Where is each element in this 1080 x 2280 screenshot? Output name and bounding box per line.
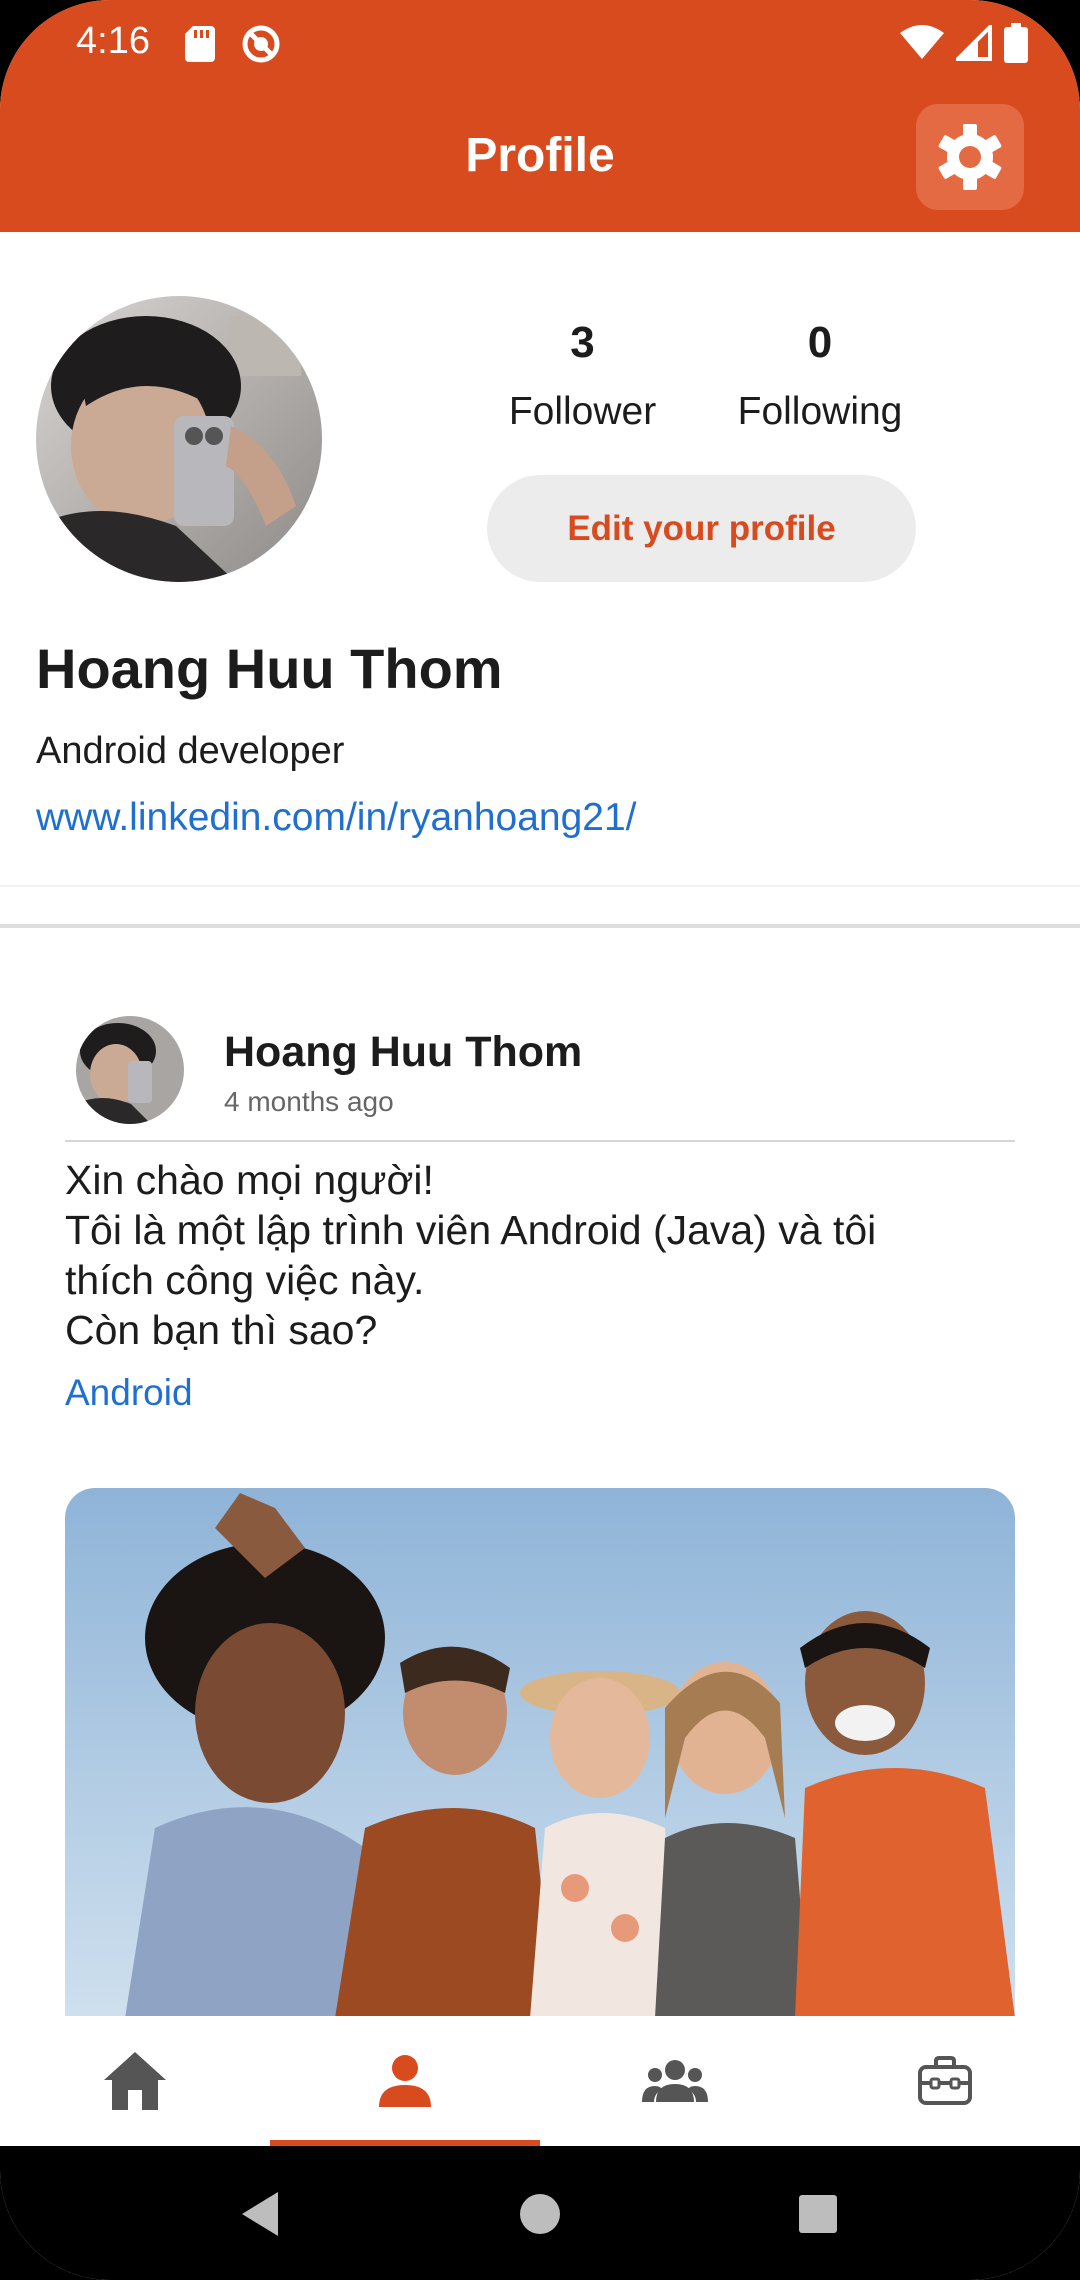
- following-stat[interactable]: 0 Following: [720, 318, 920, 434]
- followers-count: 3: [570, 318, 595, 367]
- signal-icon: [956, 25, 992, 61]
- nav-item-profile[interactable]: [270, 2016, 540, 2146]
- back-icon: [242, 2192, 278, 2236]
- wifi-icon: [900, 25, 944, 59]
- briefcase-icon: [918, 2056, 972, 2105]
- recents-button[interactable]: [778, 2174, 858, 2254]
- post-timestamp: 4 months ago: [224, 1086, 394, 1117]
- post-line: thích công việc này.: [65, 1257, 425, 1303]
- group-icon: [642, 2060, 708, 2102]
- post-line: Xin chào mọi người!: [65, 1157, 434, 1203]
- following-label: Following: [737, 390, 903, 433]
- screen: 4:16 Profile 3 Follower 0 Following Edit…: [0, 0, 1080, 2280]
- bottom-navigation: [0, 2016, 1080, 2146]
- status-icons-left: [185, 20, 281, 68]
- post-line: Tôi là một lập trình viên Android (Java)…: [65, 1207, 877, 1253]
- status-icons-right: [900, 18, 1028, 68]
- post-tag[interactable]: Android: [65, 1372, 193, 1414]
- followers-label: Follower: [508, 390, 657, 433]
- post-image[interactable]: [65, 1488, 1015, 2018]
- profile-avatar[interactable]: [36, 296, 322, 582]
- post-line: Còn bạn thì sao?: [65, 1307, 378, 1353]
- profile-link[interactable]: www.linkedin.com/in/ryanhoang21/: [36, 796, 637, 840]
- group-photo: [65, 1488, 1015, 2018]
- avatar-photo: [36, 296, 322, 582]
- recents-icon: [799, 2195, 837, 2233]
- post-avatar-photo: [76, 1016, 184, 1124]
- home-button[interactable]: [500, 2174, 580, 2254]
- system-navigation-bar: [0, 2146, 1080, 2280]
- post-divider: [65, 1140, 1015, 1142]
- post-author-avatar[interactable]: [76, 1016, 184, 1124]
- nav-item-groups[interactable]: [540, 2016, 810, 2146]
- nav-item-home[interactable]: [0, 2016, 270, 2146]
- edit-profile-button[interactable]: Edit your profile: [487, 475, 916, 582]
- settings-button[interactable]: [916, 104, 1024, 210]
- app-bar: 4:16 Profile: [0, 0, 1080, 232]
- home-icon: [104, 2052, 166, 2110]
- person-icon: [379, 2055, 431, 2107]
- followers-stat[interactable]: 3 Follower: [490, 318, 675, 434]
- section-divider: [0, 924, 1080, 928]
- gear-icon: [938, 124, 1002, 190]
- post-content: Xin chào mọi người! Tôi là một lập trình…: [65, 1155, 1025, 1355]
- back-button[interactable]: [220, 2174, 300, 2254]
- home-circle-icon: [520, 2194, 560, 2234]
- profile-bio: Android developer: [36, 730, 345, 772]
- status-time: 4:16: [76, 20, 150, 62]
- following-count: 0: [807, 318, 833, 367]
- nav-item-jobs[interactable]: [810, 2016, 1080, 2146]
- divider: [0, 885, 1080, 887]
- battery-icon: [1004, 23, 1028, 63]
- profile-name: Hoang Huu Thom: [36, 637, 503, 700]
- post-author-name[interactable]: Hoang Huu Thom: [224, 1028, 582, 1077]
- sd-card-icon: [185, 26, 215, 62]
- no-sync-icon: [242, 25, 280, 63]
